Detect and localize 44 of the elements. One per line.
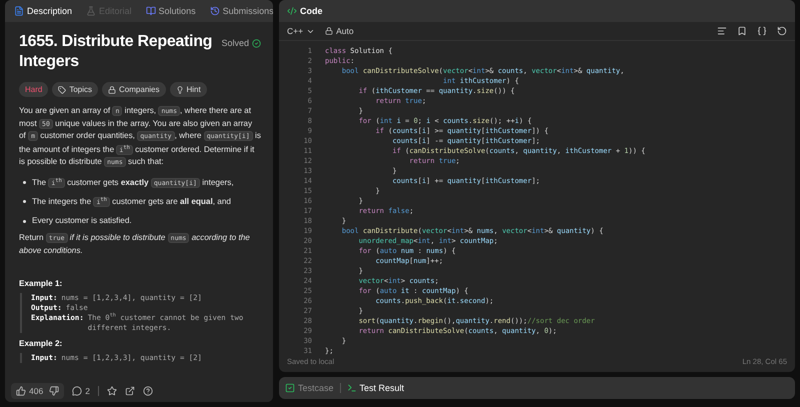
- problem-title: 1655. Distribute Repeating Integers: [19, 32, 214, 72]
- lightbulb-icon: [176, 86, 184, 94]
- comments-button[interactable]: 2: [72, 386, 90, 396]
- checkbox-icon: [285, 383, 295, 393]
- star-icon[interactable]: [106, 386, 117, 396]
- code-icon: [287, 6, 297, 16]
- panel-title: Code: [300, 6, 322, 16]
- tab[interactable]: Solutions: [142, 6, 199, 16]
- thumbs-up-icon: [16, 386, 26, 396]
- bookmark-icon[interactable]: [737, 26, 747, 36]
- console-tab[interactable]: Test Result: [346, 383, 404, 393]
- comment-icon: [72, 386, 82, 396]
- bullet-dot: [23, 180, 26, 184]
- tag-icon: [58, 86, 66, 94]
- document-icon: [14, 6, 24, 16]
- check-circle-icon: [252, 38, 261, 48]
- tag-chip[interactable]: Topics: [52, 82, 98, 97]
- example-title: Example 2:: [19, 339, 64, 348]
- difficulty-tag: Hard: [19, 82, 48, 97]
- lock-icon: [325, 27, 334, 35]
- reset-icon[interactable]: [777, 26, 787, 36]
- share-icon[interactable]: [124, 386, 135, 396]
- tag-chip[interactable]: Hint: [170, 82, 207, 97]
- lock-icon: [108, 86, 116, 94]
- bullet-dot: [23, 220, 26, 223]
- solved-status: Solved: [221, 38, 261, 48]
- format-icon[interactable]: [717, 26, 727, 36]
- braces-icon[interactable]: [757, 26, 767, 36]
- history-icon: [210, 6, 220, 16]
- console-tab[interactable]: Testcase: [285, 383, 334, 393]
- language-select[interactable]: C++: [287, 26, 316, 36]
- thumbs-down-icon[interactable]: [49, 386, 60, 396]
- bullet-text: Every customer is satisfied.: [32, 214, 132, 226]
- tag-chip[interactable]: Companies: [102, 82, 166, 97]
- book-icon: [146, 6, 156, 16]
- example-title: Example 1:: [19, 279, 64, 288]
- help-icon[interactable]: [142, 386, 153, 396]
- tab[interactable]: Description: [11, 6, 76, 16]
- terminal-icon: [346, 383, 357, 393]
- like-button[interactable]: 406: [16, 386, 44, 396]
- flask-icon: [86, 6, 96, 16]
- bullet-dot: [23, 200, 26, 204]
- tab[interactable]: Submissions: [206, 6, 273, 16]
- mode-label: Auto: [325, 26, 354, 36]
